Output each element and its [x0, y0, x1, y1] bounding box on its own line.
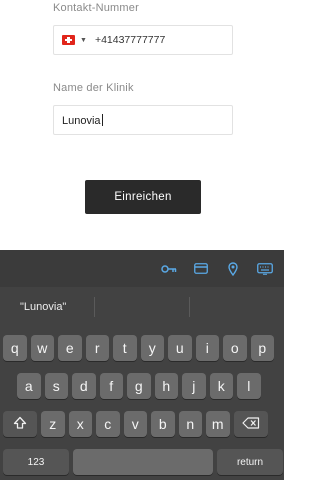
- key-b[interactable]: b: [151, 411, 175, 437]
- key-icon[interactable]: [160, 260, 178, 278]
- keyboard-accessory-bar: [0, 250, 284, 287]
- key-row-2: a s d f g h j k l: [17, 373, 261, 399]
- key-c[interactable]: c: [96, 411, 120, 437]
- submit-button[interactable]: Einreichen: [85, 180, 201, 214]
- clinic-name-input[interactable]: Lunovia: [62, 114, 103, 127]
- key-t[interactable]: t: [113, 335, 137, 361]
- key-x[interactable]: x: [68, 411, 92, 437]
- key-s[interactable]: s: [44, 373, 68, 399]
- keyboard-icon[interactable]: [256, 260, 274, 278]
- key-g[interactable]: g: [127, 373, 151, 399]
- key-d[interactable]: d: [72, 373, 96, 399]
- key-m[interactable]: m: [206, 411, 230, 437]
- backspace-icon: [241, 416, 260, 432]
- contact-number-label: Kontakt-Nummer: [53, 2, 139, 14]
- key-l[interactable]: l: [237, 373, 261, 399]
- key-u[interactable]: u: [168, 335, 192, 361]
- key-k[interactable]: k: [209, 373, 233, 399]
- phone-field[interactable]: ▼ +41437777777: [53, 25, 233, 55]
- clinic-name-field[interactable]: Lunovia: [53, 105, 233, 135]
- key-row-3: z x c v b n m: [3, 411, 268, 437]
- text-cursor: [101, 114, 103, 126]
- on-screen-keyboard: "Lunovia" q w e r t y u i o p a s d f g …: [0, 287, 284, 480]
- key-f[interactable]: f: [99, 373, 123, 399]
- card-icon[interactable]: [192, 260, 210, 278]
- numbers-key[interactable]: 123: [3, 449, 69, 475]
- key-q[interactable]: q: [3, 335, 27, 361]
- chevron-down-icon[interactable]: ▼: [80, 37, 87, 44]
- suggestion-divider: [94, 297, 95, 317]
- key-a[interactable]: a: [17, 373, 41, 399]
- key-r[interactable]: r: [85, 335, 109, 361]
- form-area: Kontakt-Nummer ▼ +41437777777 Name der K…: [0, 0, 284, 250]
- space-key[interactable]: [73, 449, 213, 475]
- backspace-key[interactable]: [233, 411, 268, 437]
- key-j[interactable]: j: [182, 373, 206, 399]
- key-p[interactable]: p: [250, 335, 274, 361]
- swiss-flag-icon[interactable]: [62, 35, 75, 45]
- location-pin-icon[interactable]: [224, 260, 242, 278]
- shift-icon: [13, 416, 27, 433]
- shift-key[interactable]: [3, 411, 37, 437]
- key-row-1: q w e r t y u i o p: [3, 335, 274, 361]
- key-o[interactable]: o: [223, 335, 247, 361]
- key-y[interactable]: y: [140, 335, 164, 361]
- suggestion-bar: "Lunovia": [0, 287, 284, 327]
- key-e[interactable]: e: [58, 335, 82, 361]
- return-key[interactable]: return: [217, 449, 283, 475]
- clinic-name-label: Name der Klinik: [53, 82, 134, 94]
- key-n[interactable]: n: [178, 411, 202, 437]
- key-v[interactable]: v: [123, 411, 147, 437]
- key-row-4: 123 return: [3, 449, 283, 475]
- key-i[interactable]: i: [195, 335, 219, 361]
- key-z[interactable]: z: [41, 411, 65, 437]
- suggestion-divider: [189, 297, 190, 317]
- suggestion-item[interactable]: "Lunovia": [0, 301, 94, 313]
- key-w[interactable]: w: [30, 335, 54, 361]
- key-h[interactable]: h: [154, 373, 178, 399]
- phone-input[interactable]: +41437777777: [95, 34, 165, 46]
